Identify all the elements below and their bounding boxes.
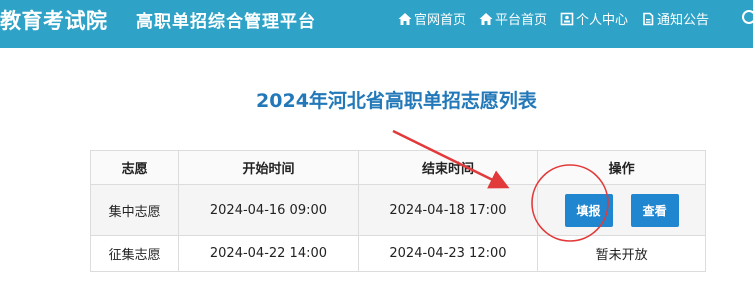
- column-header: 操作: [537, 150, 706, 185]
- column-header: 开始时间: [178, 150, 359, 185]
- volunteer-name: 集中志愿: [89, 184, 180, 236]
- start-time: 2024-04-16 09:00: [178, 184, 359, 236]
- document-icon: [641, 12, 655, 26]
- home-icon: [398, 12, 412, 26]
- top-nav: 官网首页 平台首页 个人中心 通知公告: [398, 9, 709, 28]
- nav-label: 个人中心: [576, 13, 629, 28]
- home-icon: [479, 12, 493, 26]
- column-header: 志愿: [89, 150, 180, 185]
- nav-label: 官网首页: [414, 13, 467, 28]
- actions-cell: 填报 查看: [537, 184, 706, 236]
- nav-personal-center[interactable]: 个人中心: [560, 9, 628, 28]
- table-header-row: 志愿 开始时间 结束时间 操作: [89, 150, 706, 185]
- end-time: 2024-04-18 17:00: [357, 184, 539, 236]
- view-button[interactable]: 查看: [630, 193, 679, 227]
- fill-in-button[interactable]: 填报: [564, 193, 613, 227]
- volunteer-name: 征集志愿: [89, 235, 180, 272]
- top-header: 教育考试院 高职单招综合管理平台 官网首页 平台首页 个人中心 通知公告: [0, 0, 753, 48]
- nav-official-home[interactable]: 官网首页: [398, 9, 466, 28]
- clock-icon[interactable]: [742, 10, 753, 24]
- status-cell: 暂未开放: [537, 235, 706, 272]
- end-time: 2024-04-23 12:00: [357, 235, 539, 272]
- site-brand[interactable]: 教育考试院: [0, 5, 108, 35]
- nav-label: 通知公告: [657, 13, 710, 28]
- table-row: 集中志愿 2024-04-16 09:00 2024-04-18 17:00 填…: [89, 184, 706, 236]
- nav-notices[interactable]: 通知公告: [641, 9, 709, 28]
- nav-platform-home[interactable]: 平台首页: [479, 9, 547, 28]
- user-card-icon: [560, 12, 574, 26]
- platform-subtitle: 高职单招综合管理平台: [136, 12, 316, 32]
- not-open-status: 暂未开放: [595, 248, 648, 263]
- volunteer-table: 志愿 开始时间 结束时间 操作 集中志愿 2024-04-16 09:00 20…: [89, 150, 706, 272]
- column-header: 结束时间: [357, 150, 539, 185]
- table-row: 征集志愿 2024-04-22 14:00 2024-04-23 12:00 暂…: [89, 235, 706, 272]
- start-time: 2024-04-22 14:00: [178, 235, 359, 272]
- page-title: 2024年河北省高职单招志愿列表: [256, 90, 537, 112]
- nav-label: 平台首页: [495, 13, 548, 28]
